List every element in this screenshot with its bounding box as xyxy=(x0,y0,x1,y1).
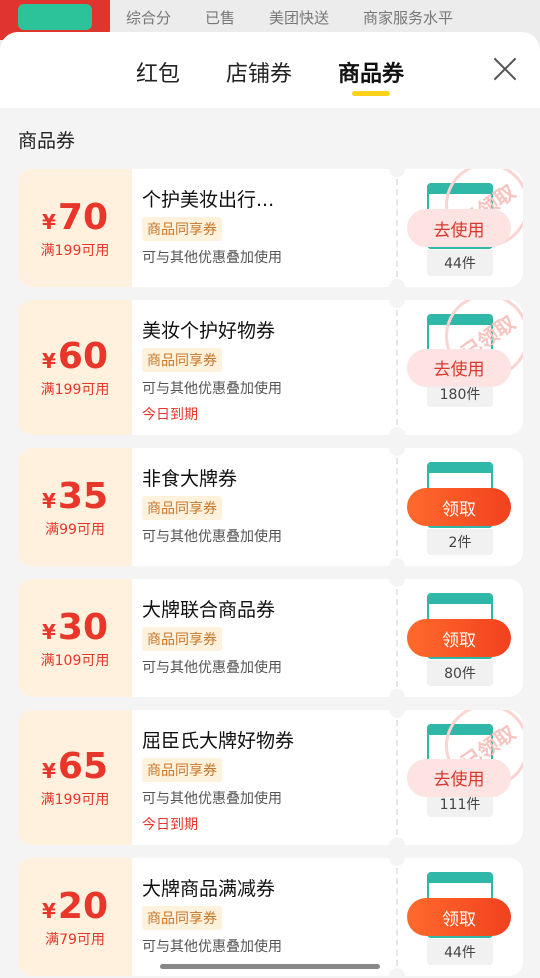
coupon-tag: 商品同享券 xyxy=(142,758,222,782)
coupon-amount-panel: ¥ 70 满199可用 xyxy=(18,169,132,287)
currency-symbol: ¥ xyxy=(41,209,56,234)
coupon-card: ¥ 65 满199可用 屈臣氏大牌好物券 商品同享券 可与其他优惠叠加使用 今日… xyxy=(18,710,523,845)
claim-coupon-button[interactable]: 领取 xyxy=(407,619,511,657)
coupon-amount-panel: ¥ 20 满79可用 xyxy=(18,858,132,976)
coupon-card: ¥ 70 满199可用 个护美妆出行... 商品同享券 可与其他优惠叠加使用 4… xyxy=(18,169,523,287)
bg-tab-sold: 已售 xyxy=(205,9,236,27)
coupon-name: 大牌商品满减券 xyxy=(142,878,276,900)
coupon-condition: 满99可用 xyxy=(45,521,105,538)
coupon-amount-panel: ¥ 65 满199可用 xyxy=(18,710,132,845)
coupon-tag: 商品同享券 xyxy=(142,217,222,241)
active-tab-indicator xyxy=(352,91,390,96)
currency-symbol: ¥ xyxy=(41,619,56,644)
bg-tab-delivery: 美团快送 xyxy=(269,9,330,27)
tab-product-coupon[interactable]: 商品券 xyxy=(338,56,404,88)
claim-coupon-button[interactable]: 领取 xyxy=(407,488,511,526)
coupon-name: 个护美妆出行... xyxy=(142,189,275,211)
use-coupon-button[interactable]: 去使用 xyxy=(407,758,511,797)
coupon-divider xyxy=(396,868,398,966)
coupon-tag: 商品同享券 xyxy=(142,627,222,651)
coupon-divider xyxy=(396,720,398,835)
home-indicator xyxy=(160,964,380,969)
coupon-tabbar: 红包 店铺券 商品券 xyxy=(0,32,540,108)
currency-symbol: ¥ xyxy=(41,349,56,373)
coupon-condition: 满109可用 xyxy=(40,652,110,669)
coupon-card: ¥ 20 满79可用 大牌商品满减券 商品同享券 可与其他优惠叠加使用 44件 … xyxy=(18,858,523,976)
coupon-tag: 商品同享券 xyxy=(142,348,222,372)
bg-tab-service: 商家服务水平 xyxy=(363,9,454,27)
coupon-amount-panel: ¥ 30 满109可用 xyxy=(18,579,132,697)
coupon-expire: 今日到期 xyxy=(142,407,198,423)
coupon-condition: 满79可用 xyxy=(45,931,105,948)
coupon-name: 非食大牌券 xyxy=(142,468,238,490)
product-count: 2件 xyxy=(427,529,493,555)
currency-symbol: ¥ xyxy=(41,488,56,513)
coupon-sheet: 红包 店铺券 商品券 商品券 ¥ 70 满199可用 个护美妆出行... 商品同… xyxy=(0,32,540,978)
coupon-value: 35 xyxy=(57,475,109,517)
coupon-amount-panel: ¥ 35 满99可用 xyxy=(18,448,132,566)
bg-tab-rating: 综合分 xyxy=(126,9,172,27)
coupon-divider xyxy=(396,589,398,687)
section-title: 商品券 xyxy=(18,130,76,152)
coupon-card: ¥ 30 满109可用 大牌联合商品券 商品同享券 可与其他优惠叠加使用 80件… xyxy=(18,579,523,697)
tab-red-packet[interactable]: 红包 xyxy=(136,56,180,88)
coupon-amount: ¥ 35 xyxy=(42,476,108,517)
coupon-value: 30 xyxy=(57,606,109,648)
use-coupon-button[interactable]: 去使用 xyxy=(407,348,511,387)
background-tabs: 综合分 已售 美团快送 商家服务水平 xyxy=(126,7,487,28)
coupon-value: 65 xyxy=(57,746,109,787)
coupon-card: ¥ 35 满99可用 非食大牌券 商品同享券 可与其他优惠叠加使用 2件 领取 xyxy=(18,448,523,566)
currency-symbol: ¥ xyxy=(41,759,56,783)
coupon-tag: 商品同享券 xyxy=(142,496,222,520)
coupon-amount-panel: ¥ 60 满199可用 xyxy=(18,300,132,435)
coupon-divider xyxy=(396,179,398,277)
coupon-value: 60 xyxy=(57,336,109,377)
coupon-amount: ¥ 65 xyxy=(42,746,108,787)
coupon-expire: 今日到期 xyxy=(142,817,198,833)
coupon-amount: ¥ 60 xyxy=(42,336,108,377)
currency-symbol: ¥ xyxy=(41,898,56,923)
coupon-divider xyxy=(396,310,398,425)
coupon-name: 屈臣氏大牌好物券 xyxy=(142,730,295,752)
coupon-card: ¥ 60 满199可用 美妆个护好物券 商品同享券 可与其他优惠叠加使用 今日到… xyxy=(18,300,523,435)
close-icon[interactable] xyxy=(492,56,518,82)
claim-coupon-button[interactable]: 领取 xyxy=(407,898,511,936)
coupon-condition: 满199可用 xyxy=(40,382,110,398)
coupon-tag: 商品同享券 xyxy=(142,906,222,930)
coupon-amount: ¥ 20 xyxy=(42,886,108,927)
coupon-name: 美妆个护好物券 xyxy=(142,320,276,342)
coupon-value: 20 xyxy=(57,885,109,927)
coupon-amount: ¥ 30 xyxy=(42,607,108,648)
coupon-divider xyxy=(396,458,398,556)
product-count: 44件 xyxy=(427,939,493,965)
use-coupon-button[interactable]: 去使用 xyxy=(407,209,511,247)
coupon-condition: 满199可用 xyxy=(40,792,110,808)
coupon-amount: ¥ 70 xyxy=(42,197,108,238)
product-count: 80件 xyxy=(427,660,493,686)
coupon-condition: 满199可用 xyxy=(40,242,110,259)
coupon-name: 大牌联合商品券 xyxy=(142,599,276,621)
coupon-value: 70 xyxy=(57,196,109,238)
coupon-list: ¥ 70 满199可用 个护美妆出行... 商品同享券 可与其他优惠叠加使用 4… xyxy=(18,169,523,978)
product-count: 44件 xyxy=(427,250,493,276)
tab-store-coupon[interactable]: 店铺券 xyxy=(226,56,292,88)
